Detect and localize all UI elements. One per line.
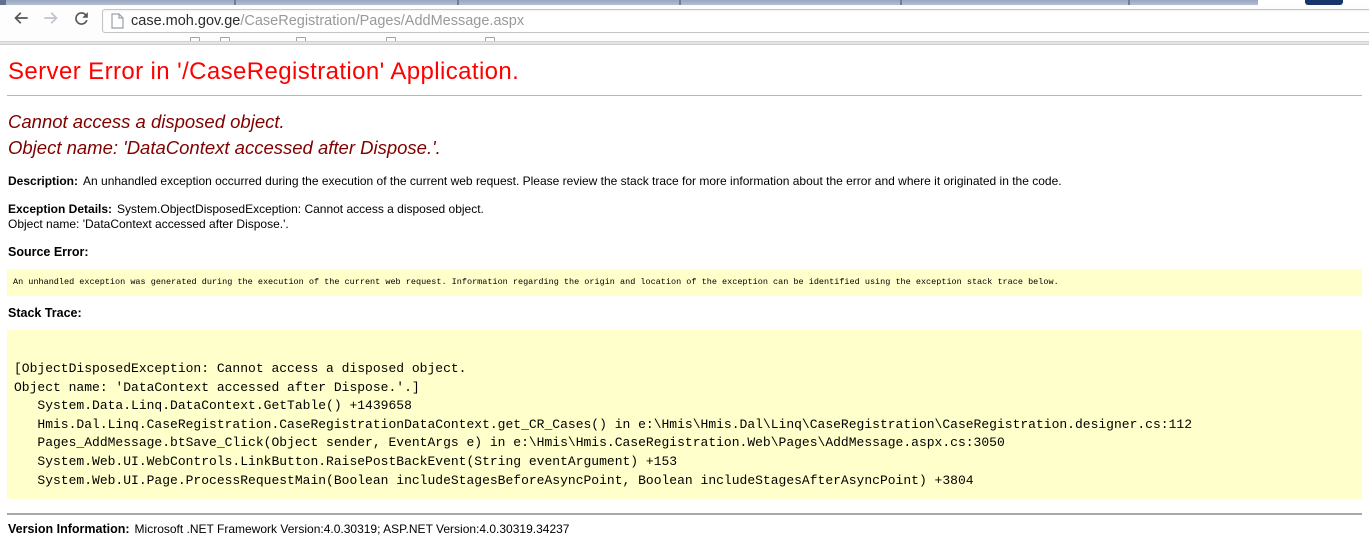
reload-button[interactable] — [68, 8, 94, 34]
bookmark-favicon-icon[interactable] — [296, 37, 306, 41]
back-button[interactable] — [8, 8, 34, 34]
back-arrow-icon — [11, 8, 31, 33]
browser-toolbar: case.moh.gov.ge/CaseRegistration/Pages/A… — [0, 5, 1369, 36]
source-error-text: An unhandled exception was generated dur… — [13, 277, 1059, 287]
error-message-line1: Cannot access a disposed object. — [8, 109, 1362, 135]
exception-details-label: Exception Details: — [8, 202, 112, 216]
bookmark-favicon-icon[interactable] — [386, 37, 396, 41]
bookmark-favicon-icon[interactable] — [190, 37, 200, 41]
version-paragraph: Version Information: Microsoft .NET Frame… — [8, 522, 1362, 537]
page-icon — [111, 13, 124, 29]
toolbar-divider — [0, 41, 1369, 45]
stack-trace-label: Stack Trace: — [8, 306, 82, 320]
url-path: /CaseRegistration/Pages/AddMessage.aspx — [240, 13, 524, 29]
address-bar[interactable]: case.moh.gov.ge/CaseRegistration/Pages/A… — [102, 9, 1369, 33]
version-label: Version Information: — [8, 522, 130, 536]
bookmark-favicon-icon[interactable] — [220, 37, 230, 41]
error-message-line2: Object name: 'DataContext accessed after… — [8, 135, 1362, 161]
error-message: Cannot access a disposed object. Object … — [8, 109, 1362, 161]
url-host: case.moh.gov.ge — [131, 13, 240, 29]
page-title: Server Error in '/CaseRegistration' Appl… — [8, 58, 1362, 86]
bookmarks-bar — [0, 36, 1369, 41]
description-paragraph: Description: An unhandled exception occur… — [8, 174, 1362, 189]
error-page: Server Error in '/CaseRegistration' Appl… — [0, 58, 1369, 537]
exception-details-line2: Object name: 'DataContext accessed after… — [8, 217, 1362, 232]
stack-trace-box: [ObjectDisposedException: Cannot access … — [7, 330, 1362, 499]
version-text: Microsoft .NET Framework Version:4.0.303… — [135, 522, 570, 536]
source-error-heading: Source Error: — [8, 245, 1362, 260]
divider-top — [7, 95, 1362, 96]
description-label: Description: — [8, 174, 78, 188]
forward-button[interactable] — [38, 8, 64, 34]
stack-trace-heading: Stack Trace: — [8, 306, 1362, 321]
divider-bottom — [7, 513, 1362, 515]
bookmark-favicon-icon[interactable] — [485, 37, 495, 41]
exception-details-line1: System.ObjectDisposedException: Cannot a… — [117, 202, 484, 216]
forward-arrow-icon — [41, 8, 61, 33]
description-text: An unhandled exception occurred during t… — [83, 174, 1062, 188]
source-error-box: An unhandled exception was generated dur… — [7, 269, 1362, 296]
browser-chrome: case.moh.gov.ge/CaseRegistration/Pages/A… — [0, 0, 1369, 45]
url-text: case.moh.gov.ge/CaseRegistration/Pages/A… — [131, 13, 524, 29]
source-error-label: Source Error: — [8, 245, 89, 259]
exception-details-paragraph: Exception Details: System.ObjectDisposedE… — [8, 202, 1362, 232]
reload-icon — [72, 9, 91, 33]
stack-trace-text: [ObjectDisposedException: Cannot access … — [7, 330, 1362, 499]
